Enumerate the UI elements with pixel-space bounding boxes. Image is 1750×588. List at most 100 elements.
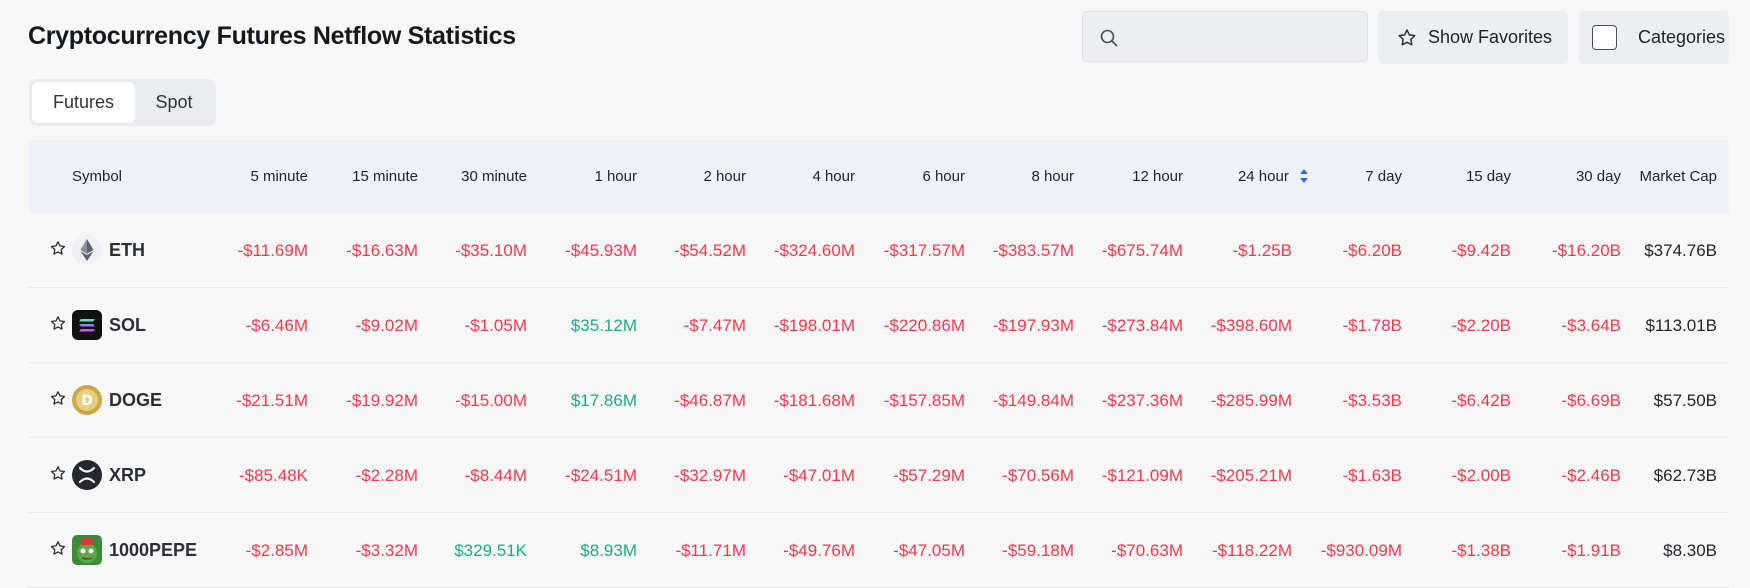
column-header-6-hour[interactable]: 6 hour [922, 140, 965, 213]
column-header-30-day[interactable]: 30 day [1576, 140, 1621, 213]
market-cap-cell: $8.30B [1663, 541, 1717, 560]
netflow-cell: -$1.38B [1451, 541, 1511, 560]
symbol-label[interactable]: XRP [109, 438, 146, 513]
netflow-cell: -$47.01M [783, 466, 855, 485]
column-header-1-hour[interactable]: 1 hour [594, 140, 637, 213]
netflow-cell: -$273.84M [1101, 316, 1183, 335]
netflow-cell: -$2.46B [1561, 466, 1621, 485]
netflow-cell: -$85.48K [239, 466, 308, 485]
table-header: Symbol 5 minute 15 minute 30 minute 1 ho… [29, 140, 1729, 213]
netflow-cell: -$205.21M [1210, 466, 1292, 485]
netflow-cell: -$6.20B [1342, 241, 1402, 260]
netflow-cell: -$324.60M [773, 241, 855, 260]
table-row[interactable]: SOL -$6.46M -$9.02M -$1.05M $35.12M -$7.47M -$… [29, 288, 1729, 363]
column-header-24-hour[interactable]: 24 hour [1238, 140, 1309, 213]
symbol-label[interactable]: ETH [109, 213, 145, 288]
xrp-icon [72, 460, 102, 490]
netflow-cell: -$2.00B [1451, 466, 1511, 485]
symbol-label[interactable]: 1000PEPE [109, 513, 197, 588]
table-row[interactable]: D DOGE -$21.51M -$19.92M -$15.00M $17.86M -$46… [29, 363, 1729, 438]
netflow-cell: -$9.42B [1451, 241, 1511, 260]
netflow-cell: -$3.64B [1561, 316, 1621, 335]
netflow-cell: -$46.87M [674, 391, 746, 410]
categories-button[interactable]: Categories [1579, 11, 1729, 64]
page-title: Cryptocurrency Futures Netflow Statistic… [28, 22, 516, 50]
netflow-cell: -$3.53B [1342, 391, 1402, 410]
netflow-cell: -$237.36M [1101, 391, 1183, 410]
column-header-5-minute[interactable]: 5 minute [250, 140, 308, 213]
netflow-cell: -$149.84M [992, 391, 1074, 410]
netflow-cell: $35.12M [570, 316, 637, 335]
column-header-7-day[interactable]: 7 day [1365, 140, 1402, 213]
column-header-15-day[interactable]: 15 day [1466, 140, 1511, 213]
show-favorites-label: Show Favorites [1428, 27, 1553, 47]
favorite-star-icon[interactable] [49, 540, 67, 558]
netflow-cell: -$398.60M [1210, 316, 1292, 335]
search-box[interactable] [1082, 11, 1368, 62]
categories-checkbox[interactable] [1592, 25, 1617, 50]
column-header-2-hour[interactable]: 2 hour [703, 140, 746, 213]
netflow-cell: -$2.28M [355, 466, 418, 485]
column-header-market-cap[interactable]: Market Cap [1639, 140, 1717, 213]
tab-spot[interactable]: Spot [135, 82, 213, 123]
netflow-cell: -$2.85M [245, 541, 308, 560]
netflow-cell: -$70.63M [1111, 541, 1183, 560]
netflow-cell: -$198.01M [773, 316, 855, 335]
netflow-cell: -$11.69M [237, 241, 308, 260]
netflow-cell: $8.93M [580, 541, 637, 560]
netflow-cell: -$1.05M [464, 316, 527, 335]
column-header-30-minute[interactable]: 30 minute [461, 140, 527, 213]
symbol-label[interactable]: SOL [109, 288, 146, 363]
netflow-cell: -$16.63M [346, 241, 418, 260]
market-cap-cell: $62.73B [1653, 466, 1717, 485]
netflow-cell: -$6.46M [245, 316, 308, 335]
show-favorites-button[interactable]: Show Favorites [1378, 11, 1568, 64]
netflow-cell: -$57.29M [893, 466, 965, 485]
column-header-symbol[interactable]: Symbol [72, 140, 122, 213]
netflow-cell: -$157.85M [883, 391, 965, 410]
market-cap-cell: $57.50B [1653, 391, 1717, 410]
categories-label: Categories [1638, 27, 1726, 47]
favorite-star-icon[interactable] [49, 315, 67, 333]
symbol-label[interactable]: DOGE [109, 363, 162, 438]
netflow-cell: -$1.78B [1342, 316, 1402, 335]
market-cap-cell: $113.01B [1645, 316, 1717, 335]
netflow-cell: -$1.25B [1232, 241, 1292, 260]
netflow-cell: -$11.71M [675, 541, 746, 560]
column-header-15-minute[interactable]: 15 minute [352, 140, 418, 213]
netflow-cell: -$121.09M [1101, 466, 1183, 485]
favorite-star-icon[interactable] [49, 465, 67, 483]
netflow-cell: -$1.63B [1342, 466, 1402, 485]
netflow-cell: -$9.02M [355, 316, 418, 335]
table-row[interactable]: 1000PEPE -$2.85M -$3.32M $329.51K $8.93M -$11… [29, 513, 1729, 588]
sol-icon [72, 310, 102, 340]
netflow-cell: -$6.42B [1451, 391, 1511, 410]
netflow-cell: -$45.93M [565, 241, 637, 260]
column-header-8-hour[interactable]: 8 hour [1031, 140, 1074, 213]
netflow-cell: -$47.05M [893, 541, 965, 560]
column-header-4-hour[interactable]: 4 hour [812, 140, 855, 213]
star-icon [1398, 28, 1416, 46]
netflow-cell: $17.86M [570, 391, 637, 410]
netflow-cell: -$3.32M [355, 541, 418, 560]
doge-icon: D [72, 385, 102, 415]
market-type-tabs: Futures Spot [29, 79, 216, 126]
netflow-cell: -$383.57M [992, 241, 1074, 260]
netflow-cell: -$181.68M [773, 391, 855, 410]
search-icon [1100, 29, 1118, 47]
netflow-cell: -$220.86M [883, 316, 965, 335]
table-row[interactable]: ETH -$11.69M -$16.63M -$35.10M -$45.93M -$54.… [29, 213, 1729, 288]
column-header-12-hour[interactable]: 12 hour [1132, 140, 1183, 213]
netflow-cell: -$6.69B [1561, 391, 1621, 410]
netflow-cell: -$675.74M [1101, 241, 1183, 260]
favorite-star-icon[interactable] [49, 390, 67, 408]
tab-futures[interactable]: Futures [32, 82, 135, 123]
table-row[interactable]: XRP -$85.48K -$2.28M -$8.44M -$24.51M -$32.97… [29, 438, 1729, 513]
netflow-cell: -$32.97M [674, 466, 746, 485]
search-input[interactable] [1131, 20, 1356, 53]
netflow-cell: -$35.10M [455, 241, 527, 260]
netflow-cell: -$930.09M [1320, 541, 1402, 560]
favorite-star-icon[interactable] [49, 240, 67, 258]
netflow-cell: -$285.99M [1210, 391, 1292, 410]
netflow-cell: -$7.47M [683, 316, 746, 335]
